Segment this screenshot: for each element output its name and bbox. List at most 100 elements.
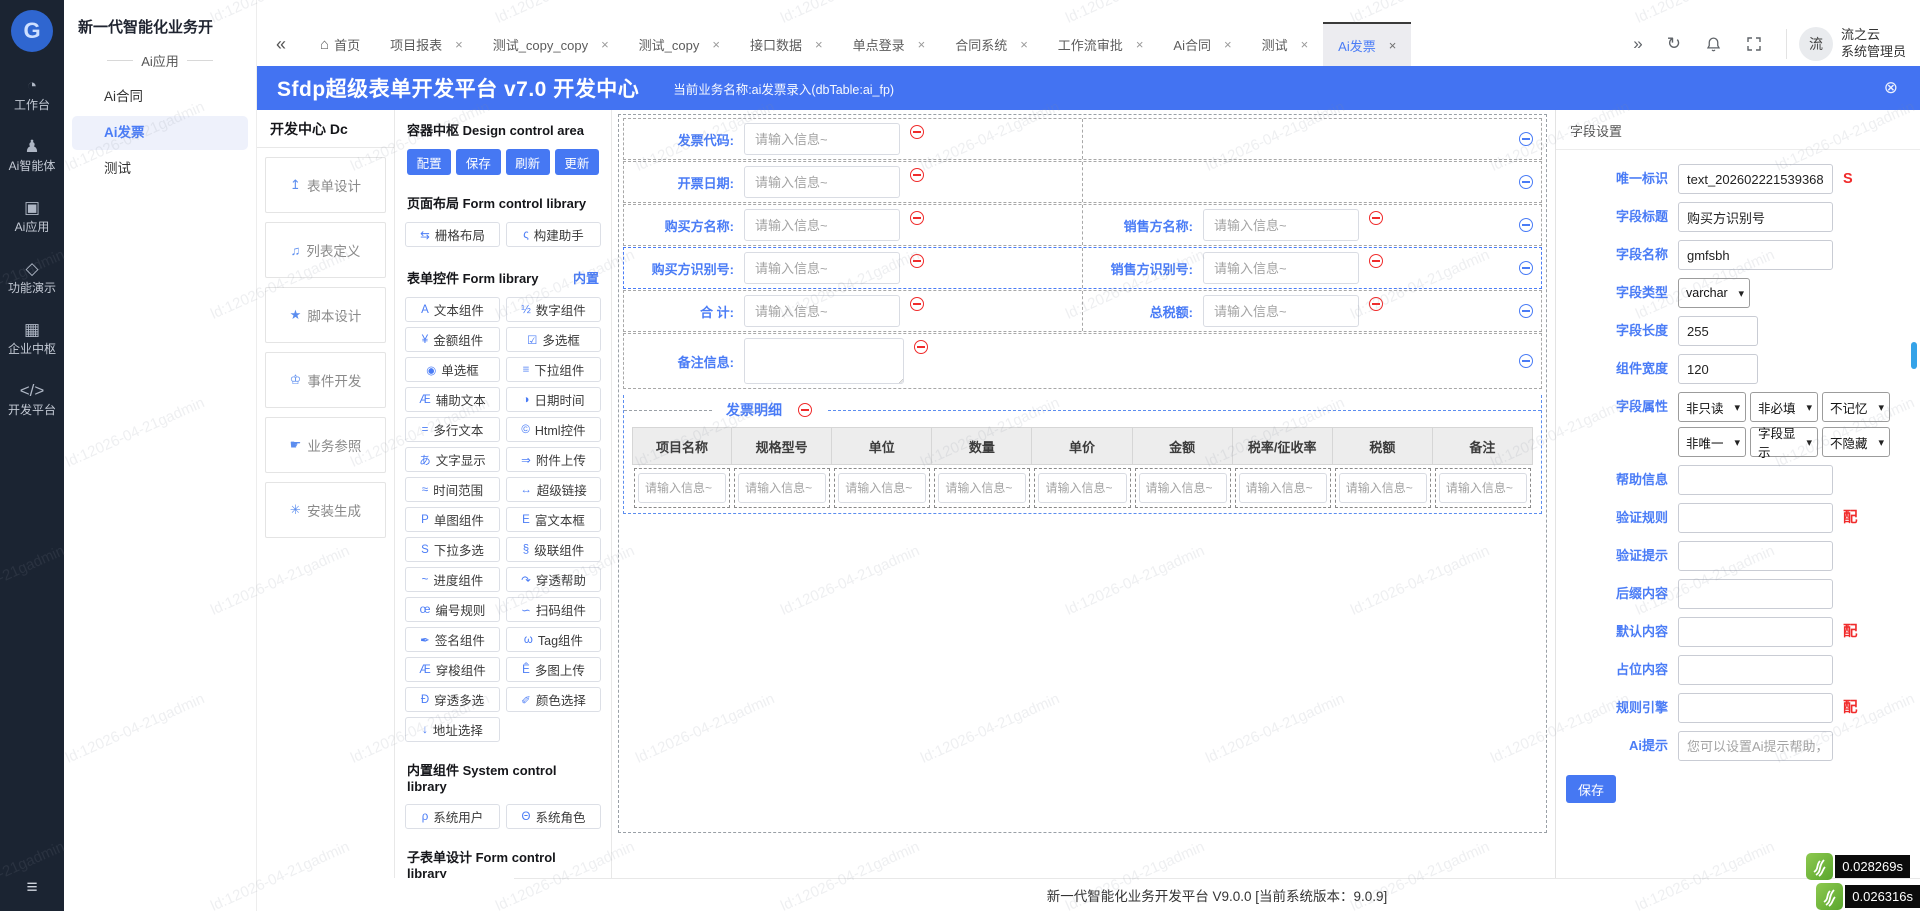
setting-select-field-type[interactable]: varchar▾	[1678, 278, 1750, 308]
canvas-row[interactable]: 购买方名称:销售方名称:	[623, 204, 1542, 246]
canvas-row[interactable]: 备注信息:	[623, 333, 1542, 389]
form-lib-item-multi-image-upload[interactable]: Ê多图上传	[506, 657, 601, 682]
field-cell-total[interactable]: 合 计:	[624, 291, 1083, 331]
notification-bell-icon[interactable]	[1705, 36, 1722, 53]
setting-input-validation-hint[interactable]	[1678, 541, 1833, 571]
setting-input-suffix-content[interactable]	[1678, 579, 1833, 609]
form-lib-item-transfer-component[interactable]: Æ穿梭组件	[405, 657, 500, 682]
field-textarea-remark[interactable]	[744, 338, 904, 384]
dev-center-item-script-design[interactable]: ★脚本设计	[265, 287, 386, 343]
layout-item-grid-layout[interactable]: ⇆栅格布局	[405, 222, 500, 247]
field-save-button[interactable]: 保存	[1566, 775, 1616, 803]
form-lib-item-single-image[interactable]: P单图组件	[405, 507, 500, 532]
invoice-detail-section[interactable]: 发票明细 项目名称规格型号单位数量单价金额税率/征收率税额备注	[623, 395, 1542, 514]
config-button[interactable]: 配置	[407, 149, 451, 175]
save-button[interactable]: 保存	[456, 149, 500, 175]
tab-合同系统[interactable]: 合同系统×	[940, 22, 1043, 66]
setting-input-component-width[interactable]	[1678, 354, 1758, 384]
tab-close-icon[interactable]: ×	[601, 37, 609, 52]
form-lib-item-multiline-text[interactable]: =多行文本	[405, 417, 500, 442]
sidebar-item-ai-contract[interactable]: Ai合同	[72, 80, 248, 114]
setting-input-validation-rule[interactable]	[1678, 503, 1833, 533]
remove-field-icon[interactable]	[910, 168, 924, 182]
form-lib-item-amount-component[interactable]: ¥金额组件	[405, 327, 500, 352]
dev-center-item-business-ref[interactable]: ☛业务参照	[265, 417, 386, 473]
setting-select-option[interactable]: 不隐藏▾	[1822, 427, 1890, 457]
form-lib-item-checkbox[interactable]: ☑多选框	[506, 327, 601, 352]
setting-suffix-unique-id[interactable]: S	[1843, 164, 1853, 194]
setting-input-field-title[interactable]	[1678, 202, 1833, 232]
setting-select-option[interactable]: 不记忆▾	[1822, 392, 1890, 422]
form-lib-item-cascade-component[interactable]: §级联组件	[506, 537, 601, 562]
form-lib-item-tag-component[interactable]: ωTag组件	[506, 627, 601, 652]
remove-row-icon[interactable]	[1519, 354, 1533, 368]
rail-item-dev-platform[interactable]: </>开发平台	[0, 381, 64, 418]
form-lib-item-progress-component[interactable]: ~进度组件	[405, 567, 500, 592]
setting-select-option[interactable]: 非只读▾	[1678, 392, 1746, 422]
tab-接口数据[interactable]: 接口数据×	[735, 22, 838, 66]
field-input-seller-name[interactable]	[1203, 209, 1359, 241]
form-lib-item-number-component[interactable]: ½数字组件	[506, 297, 601, 322]
fullscreen-icon[interactable]	[1746, 36, 1762, 52]
setting-suffix-validation-rule[interactable]: 配	[1843, 503, 1858, 533]
scrollbar-thumb[interactable]	[1911, 342, 1917, 369]
field-cell-remark[interactable]: 备注信息:	[624, 334, 1541, 388]
tab-close-icon[interactable]: ×	[1301, 37, 1309, 52]
form-lib-item-text-display[interactable]: あ文字显示	[405, 447, 500, 472]
setting-select-option[interactable]: 字段显示▾	[1750, 427, 1818, 457]
field-cell-seller-name[interactable]: 销售方名称:	[1083, 205, 1541, 245]
user-meta[interactable]: 流之云 系统管理员	[1841, 27, 1906, 61]
remove-field-icon[interactable]	[910, 254, 924, 268]
tab-close-icon[interactable]: ×	[1224, 37, 1232, 52]
dev-center-item-form-design[interactable]: ↥表单设计	[265, 157, 386, 213]
dev-header-close-icon[interactable]: ⊗	[1884, 78, 1898, 98]
detail-cell-input[interactable]	[1038, 473, 1126, 503]
field-cell-seller-tax-id[interactable]: 销售方识别号:	[1083, 248, 1541, 288]
remove-detail-icon[interactable]	[798, 403, 812, 417]
system-lib-item-system-user[interactable]: ρ系统用户	[405, 804, 500, 829]
remove-field-icon[interactable]	[910, 211, 924, 225]
tab-Ai发票[interactable]: Ai发票×	[1323, 22, 1411, 66]
user-avatar[interactable]: 流	[1799, 27, 1833, 61]
tab-单点登录[interactable]: 单点登录×	[838, 22, 941, 66]
rail-item-ai-app[interactable]: ▣Ai应用	[0, 198, 64, 235]
dev-center-item-install-generate[interactable]: ✳安装生成	[265, 482, 386, 538]
more-tabs-icon[interactable]: »	[1633, 34, 1642, 54]
refresh-icon[interactable]: ↻	[1667, 34, 1681, 54]
form-lib-item-html-control[interactable]: ©Html控件	[506, 417, 601, 442]
system-lib-item-system-role[interactable]: Θ系统角色	[506, 804, 601, 829]
remove-row-icon[interactable]	[1519, 304, 1533, 318]
form-lib-item-address-picker[interactable]: ↓地址选择	[405, 717, 500, 742]
field-input-total-tax[interactable]	[1203, 295, 1359, 327]
form-lib-item-attachment-upload[interactable]: ⇒附件上传	[506, 447, 601, 472]
field-cell-invoice-code[interactable]: 发票代码:	[624, 119, 1083, 159]
field-input-buyer-tax-id[interactable]	[744, 252, 900, 284]
rail-item-workbench[interactable]: ◔工作台	[0, 76, 64, 113]
remove-field-icon[interactable]	[914, 340, 928, 354]
sidebar-item-test[interactable]: 测试	[72, 152, 248, 186]
detail-cell-input[interactable]	[1339, 473, 1427, 503]
tab-close-icon[interactable]: ×	[712, 37, 720, 52]
field-input-invoice-date[interactable]	[744, 166, 900, 198]
setting-suffix-default-content[interactable]: 配	[1843, 617, 1858, 647]
remove-field-icon[interactable]	[910, 297, 924, 311]
form-lib-item-pierce-multi-select[interactable]: Đ穿透多选	[405, 687, 500, 712]
canvas-row-selected[interactable]: 购买方识别号:销售方识别号:	[623, 247, 1542, 289]
rail-item-enterprise-hub[interactable]: ▦企业中枢	[0, 320, 64, 357]
setting-input-default-content[interactable]	[1678, 617, 1833, 647]
canvas-row[interactable]: 开票日期:	[623, 161, 1542, 203]
sidebar-item-ai-invoice[interactable]: Ai发票	[72, 116, 248, 150]
field-input-total[interactable]	[744, 295, 900, 327]
tab-Ai合同[interactable]: Ai合同×	[1158, 22, 1246, 66]
setting-suffix-rule-engine[interactable]: 配	[1843, 693, 1858, 723]
setting-input-field-length[interactable]	[1678, 316, 1758, 346]
form-lib-item-select-component[interactable]: ≡下拉组件	[506, 357, 601, 382]
form-lib-item-richtext[interactable]: E富文本框	[506, 507, 601, 532]
canvas-row[interactable]: 合 计:总税额:	[623, 290, 1542, 332]
detail-cell-input[interactable]	[1439, 473, 1527, 503]
detail-cell-input[interactable]	[1139, 473, 1227, 503]
form-lib-item-text-component[interactable]: A文本组件	[405, 297, 500, 322]
detail-cell-input[interactable]	[938, 473, 1026, 503]
remove-field-icon[interactable]	[1369, 254, 1383, 268]
field-cell-invoice-date[interactable]: 开票日期:	[624, 162, 1083, 202]
